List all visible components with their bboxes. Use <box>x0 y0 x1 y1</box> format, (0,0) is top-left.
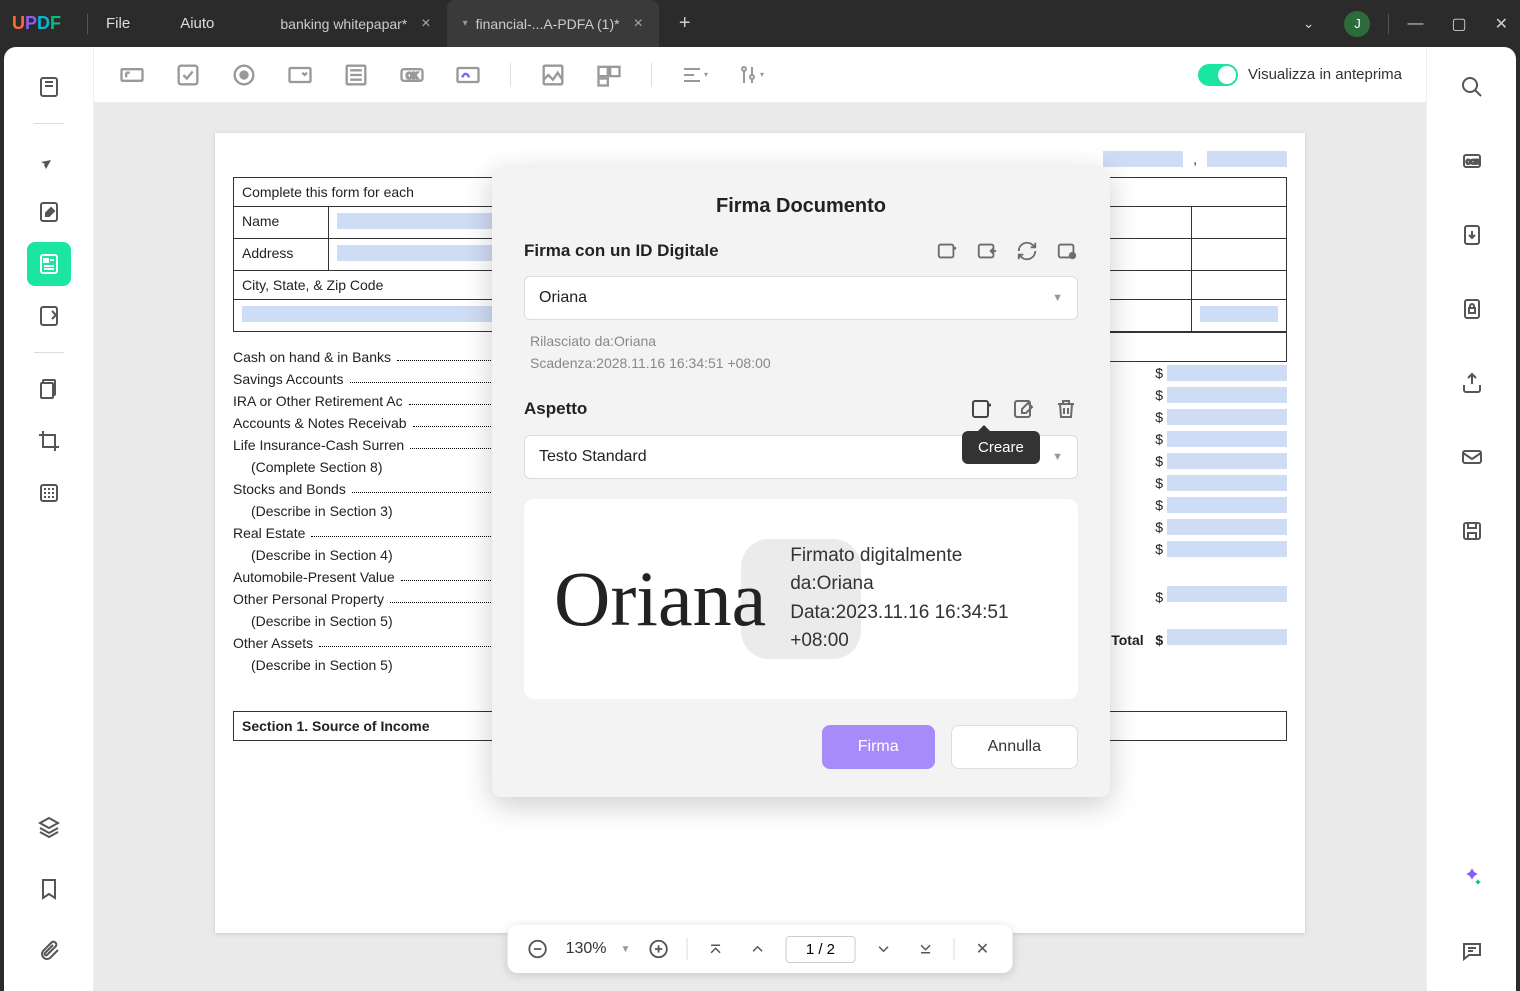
zoom-in-button[interactable] <box>644 935 672 963</box>
preview-toggle[interactable] <box>1198 64 1238 86</box>
add-id-icon[interactable] <box>936 240 958 262</box>
create-appearance-icon[interactable] <box>970 397 994 421</box>
close-bar-button[interactable]: ✕ <box>968 935 996 963</box>
first-page-button[interactable] <box>701 935 729 963</box>
svg-text:OCR: OCR <box>1466 160 1480 166</box>
sign-document-dialog: Firma Documento Firma con un ID Digitale… <box>492 167 1110 797</box>
create-tooltip: Creare <box>962 431 1040 464</box>
import-id-icon[interactable] <box>976 240 998 262</box>
layers-icon[interactable] <box>27 805 71 849</box>
pages-icon[interactable] <box>27 367 71 411</box>
chevron-down-icon: ▼ <box>1052 451 1063 463</box>
zoom-out-button[interactable] <box>524 935 552 963</box>
user-avatar[interactable]: J <box>1344 11 1370 37</box>
close-icon[interactable]: × <box>421 15 430 33</box>
crop-icon[interactable] <box>27 419 71 463</box>
ai-icon[interactable] <box>1450 855 1494 899</box>
ocr-icon[interactable]: OCR <box>1450 139 1494 183</box>
comment-icon[interactable] <box>27 138 71 182</box>
prev-page-button[interactable] <box>743 935 771 963</box>
tab-label: banking whitepapar* <box>280 16 407 32</box>
new-tab-button[interactable]: + <box>679 12 691 35</box>
date-field-icon[interactable] <box>595 61 623 89</box>
protect-icon[interactable] <box>1450 287 1494 331</box>
expiry-text: Scadenza:2028.11.16 16:34:51 +08:00 <box>530 352 1078 374</box>
button-field-icon[interactable]: OK <box>398 61 426 89</box>
share-icon[interactable] <box>1450 361 1494 405</box>
zoom-level: 130% <box>566 940 607 958</box>
tab-label: financial-...A-PDFA (1)* <box>476 16 620 32</box>
menu-help[interactable]: Aiuto <box>180 15 214 32</box>
app-logo: UPDF <box>12 13 61 34</box>
signature-field-icon[interactable] <box>454 61 482 89</box>
sign-with-label: Firma con un ID Digitale <box>524 241 719 261</box>
issued-by-text: Rilasciato da:Oriana <box>530 330 1078 352</box>
left-sidebar <box>4 47 94 991</box>
form-icon[interactable] <box>27 242 71 286</box>
save-icon[interactable] <box>1450 509 1494 553</box>
page-input[interactable] <box>785 936 855 963</box>
text-field-icon[interactable] <box>118 61 146 89</box>
radio-icon[interactable] <box>230 61 258 89</box>
bottom-navigation-bar: 130% ▼ ✕ <box>508 925 1013 973</box>
svg-text:OK: OK <box>406 71 418 80</box>
edit-icon[interactable] <box>27 190 71 234</box>
tab-banking[interactable]: banking whitepapar* × <box>264 0 446 47</box>
digital-id-select[interactable]: Oriana ▼ <box>524 276 1078 320</box>
align-icon[interactable]: ▾ <box>680 61 708 89</box>
signed-by-text: Firmato digitalmente da:Oriana <box>790 542 1048 599</box>
maximize-button[interactable]: ▢ <box>1451 14 1466 34</box>
zoom-dropdown-icon[interactable]: ▼ <box>621 944 631 955</box>
next-page-button[interactable] <box>869 935 897 963</box>
cancel-button[interactable]: Annulla <box>951 725 1078 769</box>
form-toolbar: OK ▾ ▾ Visualizza in anteprima <box>94 47 1426 103</box>
chevron-down-icon: ▼ <box>1052 292 1063 304</box>
chevron-down-icon[interactable]: ⌄ <box>1303 15 1315 32</box>
email-icon[interactable] <box>1450 435 1494 479</box>
refresh-icon[interactable] <box>1016 240 1038 262</box>
convert-icon[interactable] <box>1450 213 1494 257</box>
dropdown-icon[interactable] <box>286 61 314 89</box>
titlebar: UPDF File Aiuto banking whitepapar* × fi… <box>0 0 1520 47</box>
menu-file[interactable]: File <box>106 15 130 32</box>
chat-icon[interactable] <box>1450 929 1494 973</box>
delete-appearance-icon[interactable] <box>1054 397 1078 421</box>
search-icon[interactable] <box>1450 65 1494 109</box>
organize-icon[interactable] <box>27 294 71 338</box>
close-button[interactable]: ✕ <box>1495 14 1508 34</box>
checkbox-icon[interactable] <box>174 61 202 89</box>
window-controls: — ▢ ✕ <box>1407 14 1508 34</box>
close-icon[interactable]: × <box>634 15 643 33</box>
view-id-icon[interactable] <box>1056 240 1078 262</box>
right-sidebar: OCR <box>1426 47 1516 991</box>
tab-financial[interactable]: financial-...A-PDFA (1)* × <box>447 0 659 47</box>
redact-icon[interactable] <box>27 471 71 515</box>
signature-name: Oriana <box>554 554 766 644</box>
edit-appearance-icon[interactable] <box>1012 397 1036 421</box>
minimize-button[interactable]: — <box>1407 15 1423 33</box>
appearance-label: Aspetto <box>524 399 587 419</box>
listbox-icon[interactable] <box>342 61 370 89</box>
dialog-title: Firma Documento <box>524 195 1078 218</box>
attachment-icon[interactable] <box>27 929 71 973</box>
signed-date-text: Data:2023.11.16 16:34:51 +08:00 <box>790 599 1048 656</box>
signature-preview: Oriana Firmato digitalmente da:Oriana Da… <box>524 499 1078 699</box>
tools-icon[interactable]: ▾ <box>736 61 764 89</box>
last-page-button[interactable] <box>911 935 939 963</box>
preview-label: Visualizza in anteprima <box>1248 66 1402 83</box>
bookmark-icon[interactable] <box>27 867 71 911</box>
sign-button[interactable]: Firma <box>822 725 935 769</box>
reader-icon[interactable] <box>27 65 71 109</box>
image-field-icon[interactable] <box>539 61 567 89</box>
main-area: OK ▾ ▾ Visualizza in anteprima , Complet… <box>94 47 1426 991</box>
